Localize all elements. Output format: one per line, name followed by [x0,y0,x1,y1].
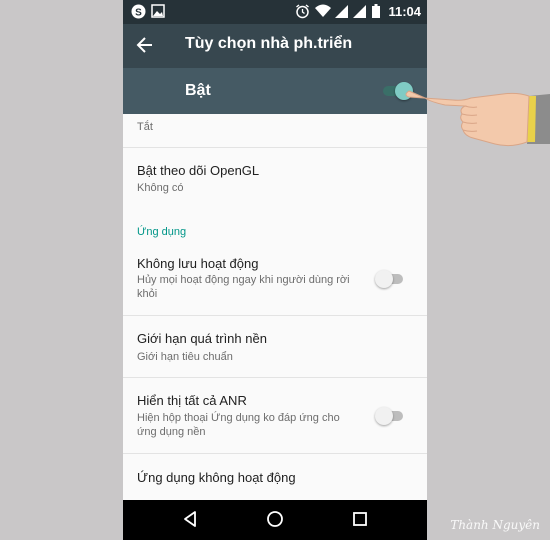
list-item-title: Ứng dụng không hoạt động [137,470,296,485]
switch-thumb [375,407,393,425]
list-item-background-process-limit[interactable]: Giới hạn quá trình nền Giới hạn tiêu chu… [123,316,427,378]
image-icon [151,4,165,23]
list-item-opengl-trace[interactable]: Bật theo dõi OpenGL Không có [123,148,427,210]
wifi-icon [315,4,331,23]
status-time: 11:04 [388,4,421,19]
list-item-title: Hiển thị tất cả ANR [137,393,247,408]
skype-icon: S [131,4,146,24]
page-title: Tùy chọn nhà ph.triển [185,35,353,52]
svg-text:S: S [135,8,142,19]
section-header-apps: Ứng dụng [137,226,187,238]
list-item-show-all-anrs[interactable]: Hiển thị tất cả ANR Hiện hộp thoại Ứng d… [123,378,427,454]
master-toggle-label: Bật [185,82,211,99]
back-nav-icon[interactable] [182,510,198,533]
signal-icon [353,4,366,23]
list-item-subtitle: Giới hạn tiêu chuẩn [137,351,233,363]
master-toggle-bar[interactable]: Bật [123,68,427,114]
list-item[interactable]: Tắt [123,114,427,148]
alarm-icon [295,4,310,24]
list-item-title: Bật theo dõi OpenGL [137,163,260,178]
toggle-switch[interactable] [375,407,405,425]
phone-screen: S 11:04 Tùy chọn nhà ph.triển Bật Tắt Bậ… [123,0,427,540]
list-item-dont-keep-activities[interactable]: Không lưu hoạt động Hủy mọi hoạt động ng… [123,246,427,316]
toggle-switch[interactable] [375,270,405,288]
app-bar: Tùy chọn nhà ph.triển [123,24,427,68]
list-item-subtitle: Hiện hộp thoại Ứng dụng ko đáp ứng cho ứ… [137,412,340,438]
battery-icon [372,4,380,23]
signal-icon [335,4,348,23]
settings-list: Tắt Bật theo dõi OpenGL Không có Ứng dụn… [123,114,427,500]
navigation-bar [123,500,427,540]
list-item-subtitle: Hủy mọi hoạt động ngay khi người dùng rờ… [137,274,350,300]
list-item-subtitle: Không có [137,182,184,194]
back-arrow-icon[interactable] [135,35,155,60]
list-item-title: Không lưu hoạt động [137,256,259,271]
list-item-subtitle: Tắt [137,121,153,133]
watermark-signature: Thành Nguyên [450,518,540,532]
list-item-inactive-apps[interactable]: Ứng dụng không hoạt động [123,454,427,500]
switch-thumb [375,270,393,288]
list-item-title: Giới hạn quá trình nền [137,331,267,346]
home-nav-icon[interactable] [266,510,284,533]
pointing-hand-image [405,78,550,163]
recents-nav-icon[interactable] [352,511,368,532]
status-bar: S 11:04 [123,0,427,24]
